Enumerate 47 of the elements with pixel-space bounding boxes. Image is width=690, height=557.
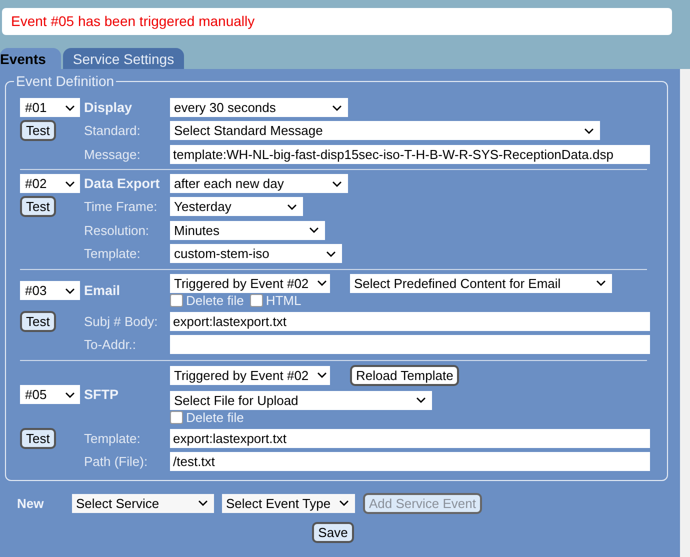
new-label: New	[17, 496, 45, 510]
dropdown[interactable]: #01	[20, 98, 80, 117]
tab[interactable]: Service Settings	[62, 48, 184, 69]
dropdown[interactable]: Minutes	[170, 220, 325, 240]
input-field[interactable]: template:WH-NL-big-fast-disp15sec-iso-T-H-B-W-R-SYS-ReceptionData.dsp	[170, 144, 650, 164]
fieldset-legend: Event Definition	[14, 73, 116, 89]
input-field[interactable]: export:lastexport.txt	[170, 428, 650, 448]
field-label: Path (File):	[84, 454, 149, 470]
field-label: Resolution:	[84, 222, 150, 238]
test-button[interactable]: Test	[20, 196, 56, 218]
test-button[interactable]: Test	[20, 120, 56, 142]
dropdown[interactable]: custom-stem-iso	[170, 244, 342, 264]
dropdown[interactable]: #03	[20, 281, 80, 300]
event-type-label: Data Export	[84, 176, 161, 191]
dropdown[interactable]: Triggered by Event #02	[170, 366, 330, 384]
dropdown[interactable]: Triggered by Event #02	[170, 274, 330, 292]
dropdown[interactable]: Select Predefined Content for Email	[350, 274, 612, 292]
save-button[interactable]: Save	[312, 522, 354, 542]
tab[interactable]: Events	[0, 48, 61, 69]
event-type-label: Display	[84, 100, 134, 115]
notification-message: Event #05 has been triggered manually	[2, 8, 672, 35]
field-label: Template:	[84, 246, 142, 262]
dropdown[interactable]: Select Event Type	[222, 494, 355, 512]
dropdown[interactable]: #02	[20, 174, 80, 193]
test-button[interactable]: Test	[20, 428, 56, 449]
checkbox-label: HTML	[266, 293, 302, 308]
field-label: Standard:	[84, 123, 142, 138]
field-label: Time Frame:	[84, 199, 158, 214]
dropdown[interactable]: #05	[20, 385, 80, 404]
dropdown[interactable]: Select File for Upload	[170, 390, 432, 410]
dropdown[interactable]: Select Standard Message	[170, 121, 600, 140]
dropdown[interactable]: Yesterday	[170, 197, 303, 216]
checkbox-label: Delete file	[186, 410, 244, 425]
dropdown[interactable]: after each new day	[170, 174, 348, 193]
checkbox-label: Delete file	[186, 293, 244, 308]
input-field[interactable]: export:lastexport.txt	[170, 312, 650, 331]
test-button[interactable]: Test	[20, 310, 56, 332]
reload-template-button[interactable]: Reload Template	[350, 364, 460, 386]
field-label: Message:	[84, 146, 142, 162]
field-label: Template:	[84, 430, 142, 446]
input-field[interactable]: /test.txt	[170, 452, 650, 472]
dropdown[interactable]: every 30 seconds	[170, 98, 348, 117]
event-type-label: Email	[84, 283, 122, 298]
event-type-label: SFTP	[84, 387, 120, 402]
field-label: To-Addr.:	[84, 337, 138, 352]
field-label: Subj # Body:	[84, 314, 159, 329]
dropdown[interactable]: Select Service	[72, 494, 214, 512]
